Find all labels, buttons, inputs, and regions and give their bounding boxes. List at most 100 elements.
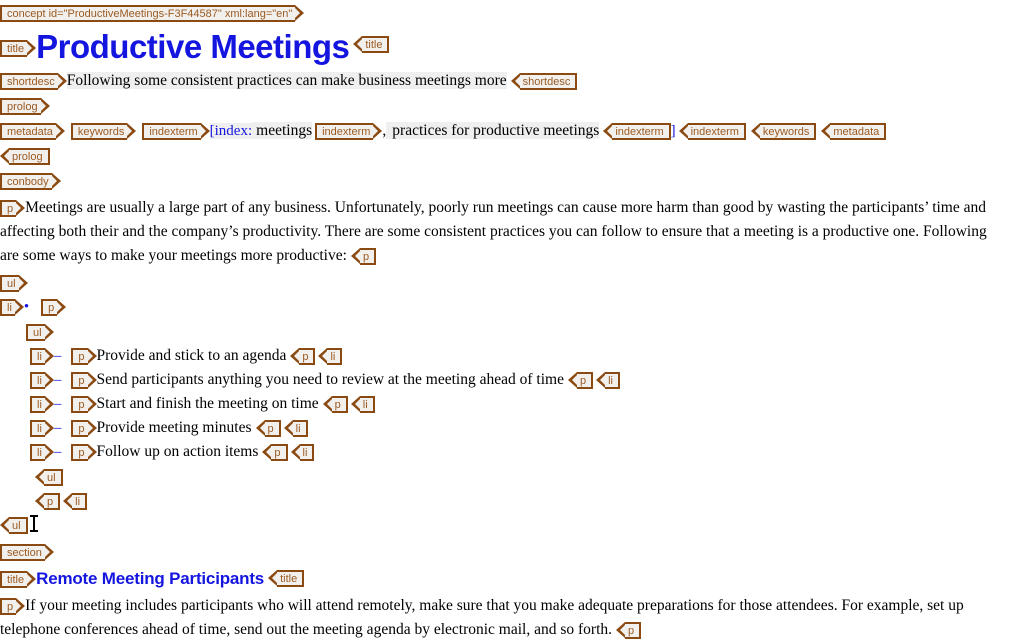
list-item-text[interactable]: Provide and stick to an agenda [97, 347, 287, 364]
tag-keywords-start[interactable]: keywords [70, 123, 137, 140]
tag-li-end-label: li [302, 447, 308, 459]
tag-li-end[interactable]: li [596, 372, 620, 389]
tag-indexterm-1-start[interactable]: indexterm [142, 123, 210, 140]
list-dash-marker: – [53, 420, 62, 436]
tag-indexterm-2-end[interactable]: indexterm [603, 123, 671, 140]
tag-li-start[interactable]: li [30, 396, 54, 413]
tag-li-p-end-label: p [334, 399, 341, 411]
tag-shortdesc-start-label: shortdesc [7, 76, 55, 88]
tag-p-outer-end-label: p [47, 496, 54, 508]
list-item-text[interactable]: Provide meeting minutes [97, 419, 252, 436]
tag-section-title-start-label: title [7, 574, 25, 586]
page-title[interactable]: Productive Meetings [36, 28, 350, 65]
tag-li-p-end-label: p [302, 351, 309, 363]
tag-metadata-start[interactable]: metadata [0, 123, 65, 140]
text-caret [29, 515, 38, 532]
xml-editor-canvas[interactable]: concept id="ProductiveMeetings-F3F44587"… [0, 0, 1009, 641]
tag-conbody-start[interactable]: conbody [0, 173, 61, 190]
tag-li-start[interactable]: li [30, 372, 54, 389]
tag-li-p-end[interactable]: p [262, 444, 288, 461]
tag-ul-outer-start[interactable]: ul [0, 275, 27, 292]
tag-li-outer-end[interactable]: li [63, 493, 88, 510]
tag-keywords-end[interactable]: keywords [750, 123, 817, 140]
list-dash-marker: – [53, 396, 62, 412]
tag-metadata-end-label: metadata [833, 126, 880, 138]
tag-li-end[interactable]: li [350, 396, 375, 413]
tag-li-p-end-label: p [267, 423, 274, 435]
index-term-2[interactable]: practices for productive meetings [386, 122, 600, 139]
tag-li-start-label: li [37, 351, 42, 363]
list-item: li – p Start and finish the meeting on time… [0, 393, 1009, 415]
tag-section-title-start[interactable]: title [0, 571, 37, 588]
tag-ul-outer-end[interactable]: ul [0, 517, 28, 534]
shortdesc-text[interactable]: Following some consistent practices can … [66, 72, 507, 89]
tag-li-p-start-label: p [78, 399, 85, 411]
tag-li-start-label: li [37, 375, 42, 387]
row-section-title: title Remote Meeting Participants title [0, 568, 1009, 590]
tag-p-outer-end[interactable]: p [34, 493, 61, 510]
section-title[interactable]: Remote Meeting Participants [36, 569, 264, 588]
list-item-text[interactable]: Start and finish the meeting on time [97, 395, 319, 412]
tag-p-section-end[interactable]: p [615, 622, 642, 639]
tag-p-intro-end-label: p [362, 251, 370, 263]
row-conbody-start: conbody [0, 170, 1009, 192]
intro-paragraph-text[interactable]: Meetings are usually a large part of any… [0, 199, 987, 264]
tag-section-start[interactable]: section [0, 544, 54, 561]
list-item-text[interactable]: Follow up on action items [97, 443, 259, 460]
tag-li-p-start[interactable]: p [71, 372, 97, 389]
tag-concept-label: concept [7, 8, 46, 20]
tag-title-start[interactable]: title [0, 40, 37, 57]
tag-p-intro-start-label: p [7, 203, 14, 215]
tag-li-start[interactable]: li [30, 420, 54, 437]
list-dash-marker: – [53, 444, 62, 460]
tag-p-outer-start[interactable]: p [41, 299, 67, 316]
tag-title-end[interactable]: title [353, 36, 390, 53]
row-section-start: section [0, 541, 1009, 563]
tag-li-p-end[interactable]: p [290, 348, 316, 365]
tag-indexterm-1-end-marker[interactable]: indexterm [315, 123, 383, 140]
tag-title-end-label: title [365, 39, 383, 51]
tag-li-p-end[interactable]: p [567, 372, 594, 389]
tag-li-end-label: li [330, 351, 336, 363]
tag-metadata-end[interactable]: metadata [821, 123, 887, 140]
tag-indexterm-1-start-label: indexterm [149, 126, 198, 138]
tag-li-end[interactable]: li [283, 420, 308, 437]
tag-ul-inner-start[interactable]: ul [26, 324, 53, 341]
tag-li-p-start-label: p [78, 351, 85, 363]
tag-indexterm-3-end[interactable]: indexterm [678, 123, 746, 140]
tag-li-end-label: li [608, 375, 613, 387]
index-term-1[interactable]: meetings [252, 122, 313, 139]
tag-li-outer-start[interactable]: li [0, 299, 24, 316]
tag-li-p-start[interactable]: p [71, 420, 97, 437]
tag-p-intro-start[interactable]: p [0, 200, 26, 217]
row-shortdesc: shortdesc Following some consistent pract… [0, 70, 1009, 92]
row-ul-outer-end: ul [0, 514, 1009, 536]
tag-li-p-start[interactable]: p [71, 348, 97, 365]
tag-li-p-end[interactable]: p [322, 396, 348, 413]
tag-p-intro-end[interactable]: p [350, 248, 377, 265]
tag-li-p-start[interactable]: p [71, 396, 97, 413]
tag-li-start[interactable]: li [30, 444, 54, 461]
tag-li-start-label: li [37, 447, 42, 459]
tag-li-end[interactable]: li [318, 348, 343, 365]
tag-p-section-start-label: p [7, 601, 14, 613]
tag-li-p-end[interactable]: p [255, 420, 281, 437]
tag-prolog-end[interactable]: prolog [0, 148, 50, 165]
list-item-text[interactable]: Send participants anything you need to r… [97, 371, 564, 388]
section-paragraph-text[interactable]: If your meeting includes participants wh… [0, 597, 964, 638]
tag-shortdesc-end[interactable]: shortdesc [510, 73, 578, 90]
tag-p-section-start[interactable]: p [0, 598, 26, 615]
tag-li-start[interactable]: li [30, 348, 54, 365]
tag-section-title-end[interactable]: title [268, 570, 305, 587]
tag-ul-inner-start-label: ul [33, 327, 42, 339]
tag-ul-inner-end[interactable]: ul [35, 469, 63, 486]
list-item: li – p Follow up on action items p li [0, 441, 1009, 463]
tag-prolog-start[interactable]: prolog [0, 98, 50, 115]
tag-concept-start[interactable]: concept id="ProductiveMeetings-F3F44587"… [0, 5, 305, 22]
tag-indexterm-2-end-label: indexterm [615, 126, 664, 138]
tag-shortdesc-start[interactable]: shortdesc [0, 73, 67, 90]
tag-li-end[interactable]: li [290, 444, 315, 461]
row-concept-start: concept id="ProductiveMeetings-F3F44587"… [0, 0, 1009, 24]
tag-li-p-start[interactable]: p [71, 444, 97, 461]
tag-conbody-start-label: conbody [7, 176, 49, 188]
